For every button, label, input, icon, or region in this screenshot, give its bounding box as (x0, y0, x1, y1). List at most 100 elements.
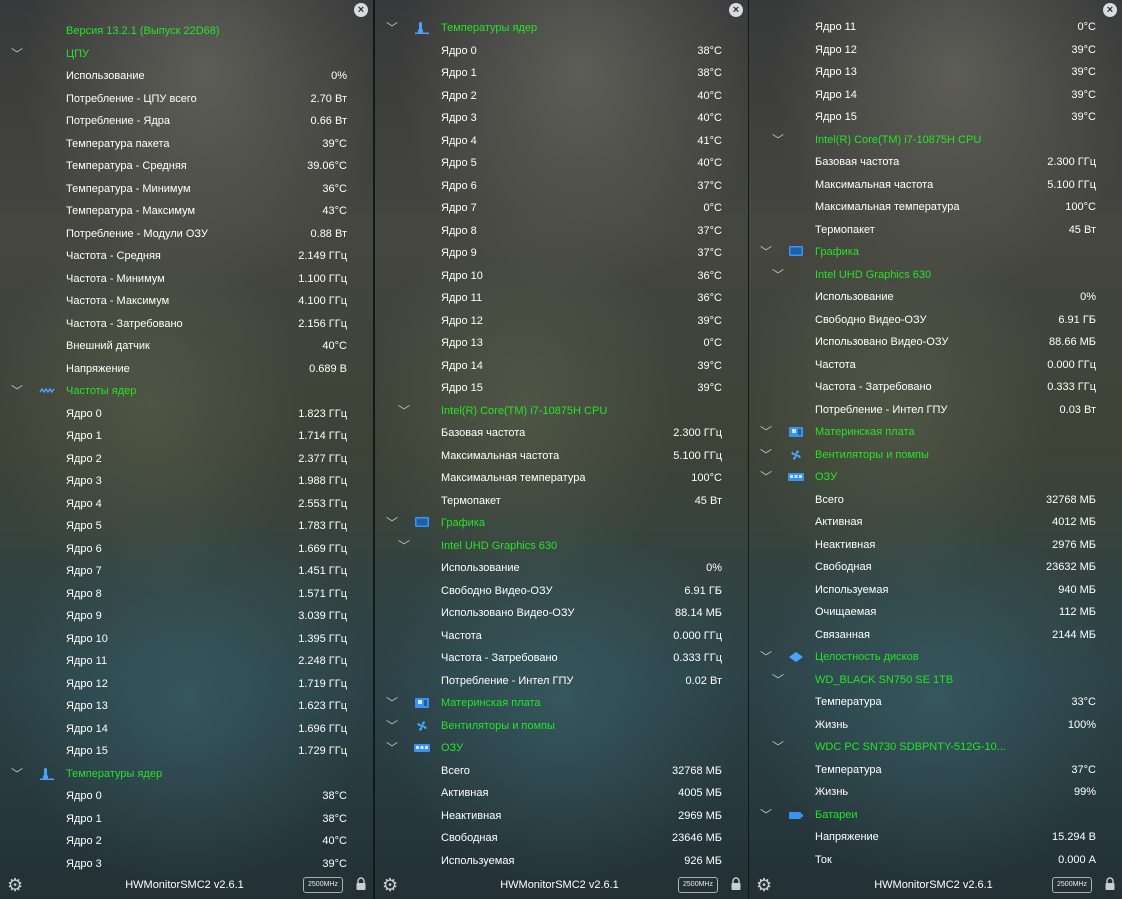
sensor-label: Ток (815, 853, 832, 866)
sensor-group-материнская-плата[interactable]: ﹀ Материнская плата (375, 692, 748, 714)
chevron-down-icon[interactable]: ﹀ (760, 444, 772, 466)
chevron-down-icon[interactable]: ﹀ (386, 715, 398, 737)
sensor-device-wd-black-sn750-se-1tb[interactable]: ﹀ WD_BLACK SN750 SE 1TB (749, 669, 1122, 691)
sensor-row: Потребление - ЦПУ всего 2.70 Вт (0, 88, 373, 110)
sensor-value: 39.06°C (307, 160, 347, 172)
sensor-group-графика[interactable]: ﹀ Графика (375, 512, 748, 534)
sensor-group-вентиляторы-и-помпы[interactable]: ﹀ Вентиляторы и помпы (749, 444, 1122, 466)
sensor-device-intel-uhd-graphics-630[interactable]: ﹀ Intel UHD Graphics 630 (375, 535, 748, 557)
sensor-label: Ядро 2 (441, 89, 477, 102)
sensor-label: Температура (815, 763, 882, 776)
sensor-row: Ядро 4 2.553 ГГц (0, 493, 373, 515)
sensor-label: Ядро 2 (66, 835, 102, 847)
sensor-device-intel-uhd-graphics-630[interactable]: ﹀ Intel UHD Graphics 630 (749, 264, 1122, 286)
lock-icon[interactable] (730, 877, 742, 891)
sensor-label: Ядро 6 (66, 542, 102, 555)
sensor-value: 39°C (1071, 43, 1096, 56)
lock-icon[interactable] (1104, 877, 1116, 891)
sensor-label: Ядро 0 (441, 44, 477, 57)
group-label: Батареи (815, 808, 858, 821)
sensor-value: 36°C (697, 292, 722, 304)
sensor-value: 1.623 ГГц (298, 700, 347, 712)
chevron-down-icon[interactable]: ﹀ (386, 737, 398, 759)
close-icon[interactable]: × (354, 3, 368, 17)
chevron-down-icon[interactable]: ﹀ (11, 380, 23, 402)
sensor-label: Ядро 2 (66, 452, 102, 465)
sensor-row: Ядро 8 1.571 ГГц (0, 583, 373, 605)
sensor-value: 0°C (703, 202, 722, 214)
group-label: ЦПУ (66, 47, 90, 60)
sensor-device-wdc-pc-sn730-sdbpnty-512g-10[interactable]: ﹀ WDC PC SN730 SDBPNTY-512G-10... (749, 736, 1122, 758)
chevron-down-icon[interactable]: ﹀ (386, 512, 398, 534)
sensor-row: Частота - Затребовано 0.333 ГГц (375, 647, 748, 669)
group-label: Графика (441, 517, 485, 529)
sensor-label: Активная (441, 787, 489, 799)
chevron-down-icon[interactable]: ﹀ (772, 736, 784, 758)
chevron-down-icon[interactable]: ﹀ (11, 43, 23, 65)
sensor-device-intel-r-core-tm-i7-10875h-cpu[interactable]: ﹀ Intel(R) Core(TM) i7-10875H CPU (749, 129, 1122, 151)
sensor-group-температуры-ядер[interactable]: ﹀ Температуры ядер (375, 17, 748, 39)
sensor-label: Напряжение (815, 831, 879, 843)
chevron-down-icon[interactable]: ﹀ (760, 646, 772, 668)
sensor-value: 2969 МБ (678, 809, 722, 822)
sensor-row: Температура - Максимум 43°C (0, 200, 373, 222)
chevron-down-icon[interactable]: ﹀ (772, 129, 784, 151)
panel-footer: ⚙ HWMonitorSMC2 v2.6.1 2500MHz (0, 871, 373, 899)
sensor-group-температуры-ядер[interactable]: ﹀ Температуры ядер (0, 763, 373, 785)
sensor-value: 32768 МБ (1045, 493, 1096, 506)
monitor-panel-2: × ﹀ Температуры ядер Ядро 0 38°C Ядро 1 38°C Я… (375, 0, 748, 899)
sensor-value: 0.000 ГГц (1047, 358, 1096, 371)
chevron-down-icon[interactable]: ﹀ (760, 421, 772, 443)
sensor-device-intel-r-core-tm-i7-10875h-cpu[interactable]: ﹀ Intel(R) Core(TM) i7-10875H CPU (375, 400, 748, 422)
sensor-label: Частота - Средняя (66, 250, 161, 262)
sensor-value: 4012 МБ (1052, 516, 1096, 528)
sensor-group-цпу[interactable]: ﹀ ЦПУ (0, 43, 373, 65)
sensor-label: Ядро 5 (66, 520, 102, 532)
sensor-value: 1.451 ГГц (298, 565, 347, 577)
sensor-group-батареи[interactable]: ﹀ Батареи (749, 804, 1122, 826)
sensor-group-частоты-ядер[interactable]: ﹀ Частоты ядер (0, 380, 373, 402)
sensor-label: Неактивная (441, 809, 502, 822)
chevron-down-icon[interactable]: ﹀ (386, 17, 398, 39)
sensor-label: Использование (441, 562, 520, 574)
sensor-value: 0.88 Вт (310, 227, 347, 240)
chevron-down-icon[interactable]: ﹀ (11, 763, 23, 785)
chevron-down-icon[interactable]: ﹀ (398, 400, 410, 422)
group-label: Графика (815, 246, 859, 258)
frequency-badge: 2500MHz (678, 877, 718, 893)
sensor-label: Частота - Максимум (66, 295, 170, 307)
chevron-down-icon[interactable]: ﹀ (760, 804, 772, 826)
sensor-value: 37°C (697, 179, 722, 192)
group-label: Intel(R) Core(TM) i7-10875H CPU (815, 133, 982, 146)
chevron-down-icon[interactable]: ﹀ (398, 535, 410, 557)
chevron-down-icon[interactable]: ﹀ (386, 692, 398, 714)
sensor-row: Максимальная частота 5.100 ГГц (749, 174, 1122, 196)
sensor-group-вентиляторы-и-помпы[interactable]: ﹀ Вентиляторы и помпы (375, 715, 748, 737)
sensor-value: 1.571 ГГц (298, 587, 347, 600)
sensor-value: 0°C (1077, 21, 1096, 33)
close-icon[interactable]: × (1103, 3, 1117, 17)
close-icon[interactable]: × (729, 3, 743, 17)
sensor-row: Ядро 7 1.451 ГГц (0, 560, 373, 582)
sensor-label: Напряжение (66, 362, 130, 375)
sensor-group-озу[interactable]: ﹀ ОЗУ (375, 737, 748, 759)
sensor-label: Температура (815, 696, 882, 708)
chevron-down-icon[interactable]: ﹀ (772, 669, 784, 691)
sensor-group-графика[interactable]: ﹀ Графика (749, 241, 1122, 263)
sensor-group-озу[interactable]: ﹀ ОЗУ (749, 466, 1122, 488)
chevron-down-icon[interactable]: ﹀ (760, 241, 772, 263)
sensor-row: Потребление - Интел ГПУ 0.03 Вт (749, 399, 1122, 421)
sensor-row: Ядро 13 39°C (749, 61, 1122, 83)
sensor-row: Ядро 14 39°C (375, 355, 748, 377)
sensor-label: Ядро 3 (66, 475, 102, 487)
sensor-label: Частота (441, 629, 482, 642)
sensor-group-материнская-плата[interactable]: ﹀ Материнская плата (749, 421, 1122, 443)
sensor-group-целостность-дисков[interactable]: ﹀ Целостность дисков (749, 646, 1122, 668)
sensor-row: Ядро 4 41°C (375, 130, 748, 152)
lock-icon[interactable] (355, 877, 367, 891)
chevron-down-icon[interactable]: ﹀ (760, 466, 772, 488)
chevron-down-icon[interactable]: ﹀ (772, 264, 784, 286)
sensor-row: Жизнь 99% (749, 781, 1122, 803)
disk-icon (788, 651, 804, 663)
group-label: Температуры ядер (441, 22, 538, 34)
